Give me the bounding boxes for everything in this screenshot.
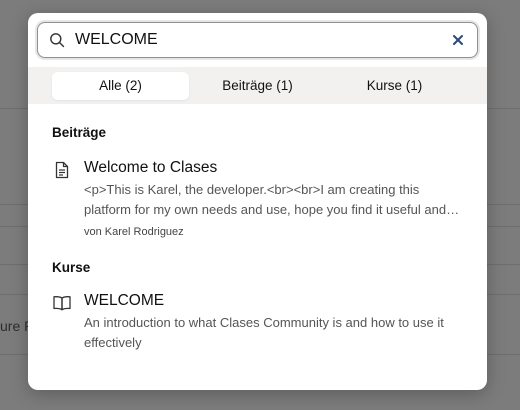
result-author: von Karel Rodriguez — [84, 226, 184, 238]
search-bar — [28, 13, 487, 58]
filter-tabs: Alle (2) Beiträge (1) Kurse (1) — [28, 67, 487, 104]
result-title: Welcome to Clases — [84, 159, 218, 176]
result-item-post[interactable]: Welcome to Clases <p>This is Karel, the … — [52, 159, 463, 238]
result-snippet: An introduction to what Clases Community… — [84, 315, 444, 350]
result-body: Welcome to Clases <p>This is Karel, the … — [84, 159, 463, 238]
search-modal: Alle (2) Beiträge (1) Kurse (1) Beiträge… — [28, 13, 487, 390]
book-icon — [52, 293, 72, 313]
section-title-courses: Kurse — [52, 260, 91, 275]
document-icon — [52, 160, 72, 180]
result-snippet: <p>This is Karel, the developer.<br><br>… — [84, 182, 447, 217]
result-title: WELCOME — [84, 292, 165, 309]
tab-all[interactable]: Alle (2) — [52, 71, 189, 100]
tab-courses[interactable]: Kurse (1) — [326, 72, 463, 100]
search-results: Beiträge Welcome to Clases <p>This is Ka… — [28, 125, 487, 353]
tab-posts[interactable]: Beiträge (1) — [189, 72, 326, 100]
search-input[interactable] — [75, 31, 449, 49]
search-icon — [48, 31, 66, 49]
result-item-course[interactable]: WELCOME An introduction to what Clases C… — [52, 292, 463, 353]
search-box[interactable] — [37, 22, 478, 58]
section-title-posts: Beiträge — [52, 125, 107, 140]
result-body: WELCOME An introduction to what Clases C… — [84, 292, 463, 353]
close-icon[interactable] — [449, 31, 467, 49]
